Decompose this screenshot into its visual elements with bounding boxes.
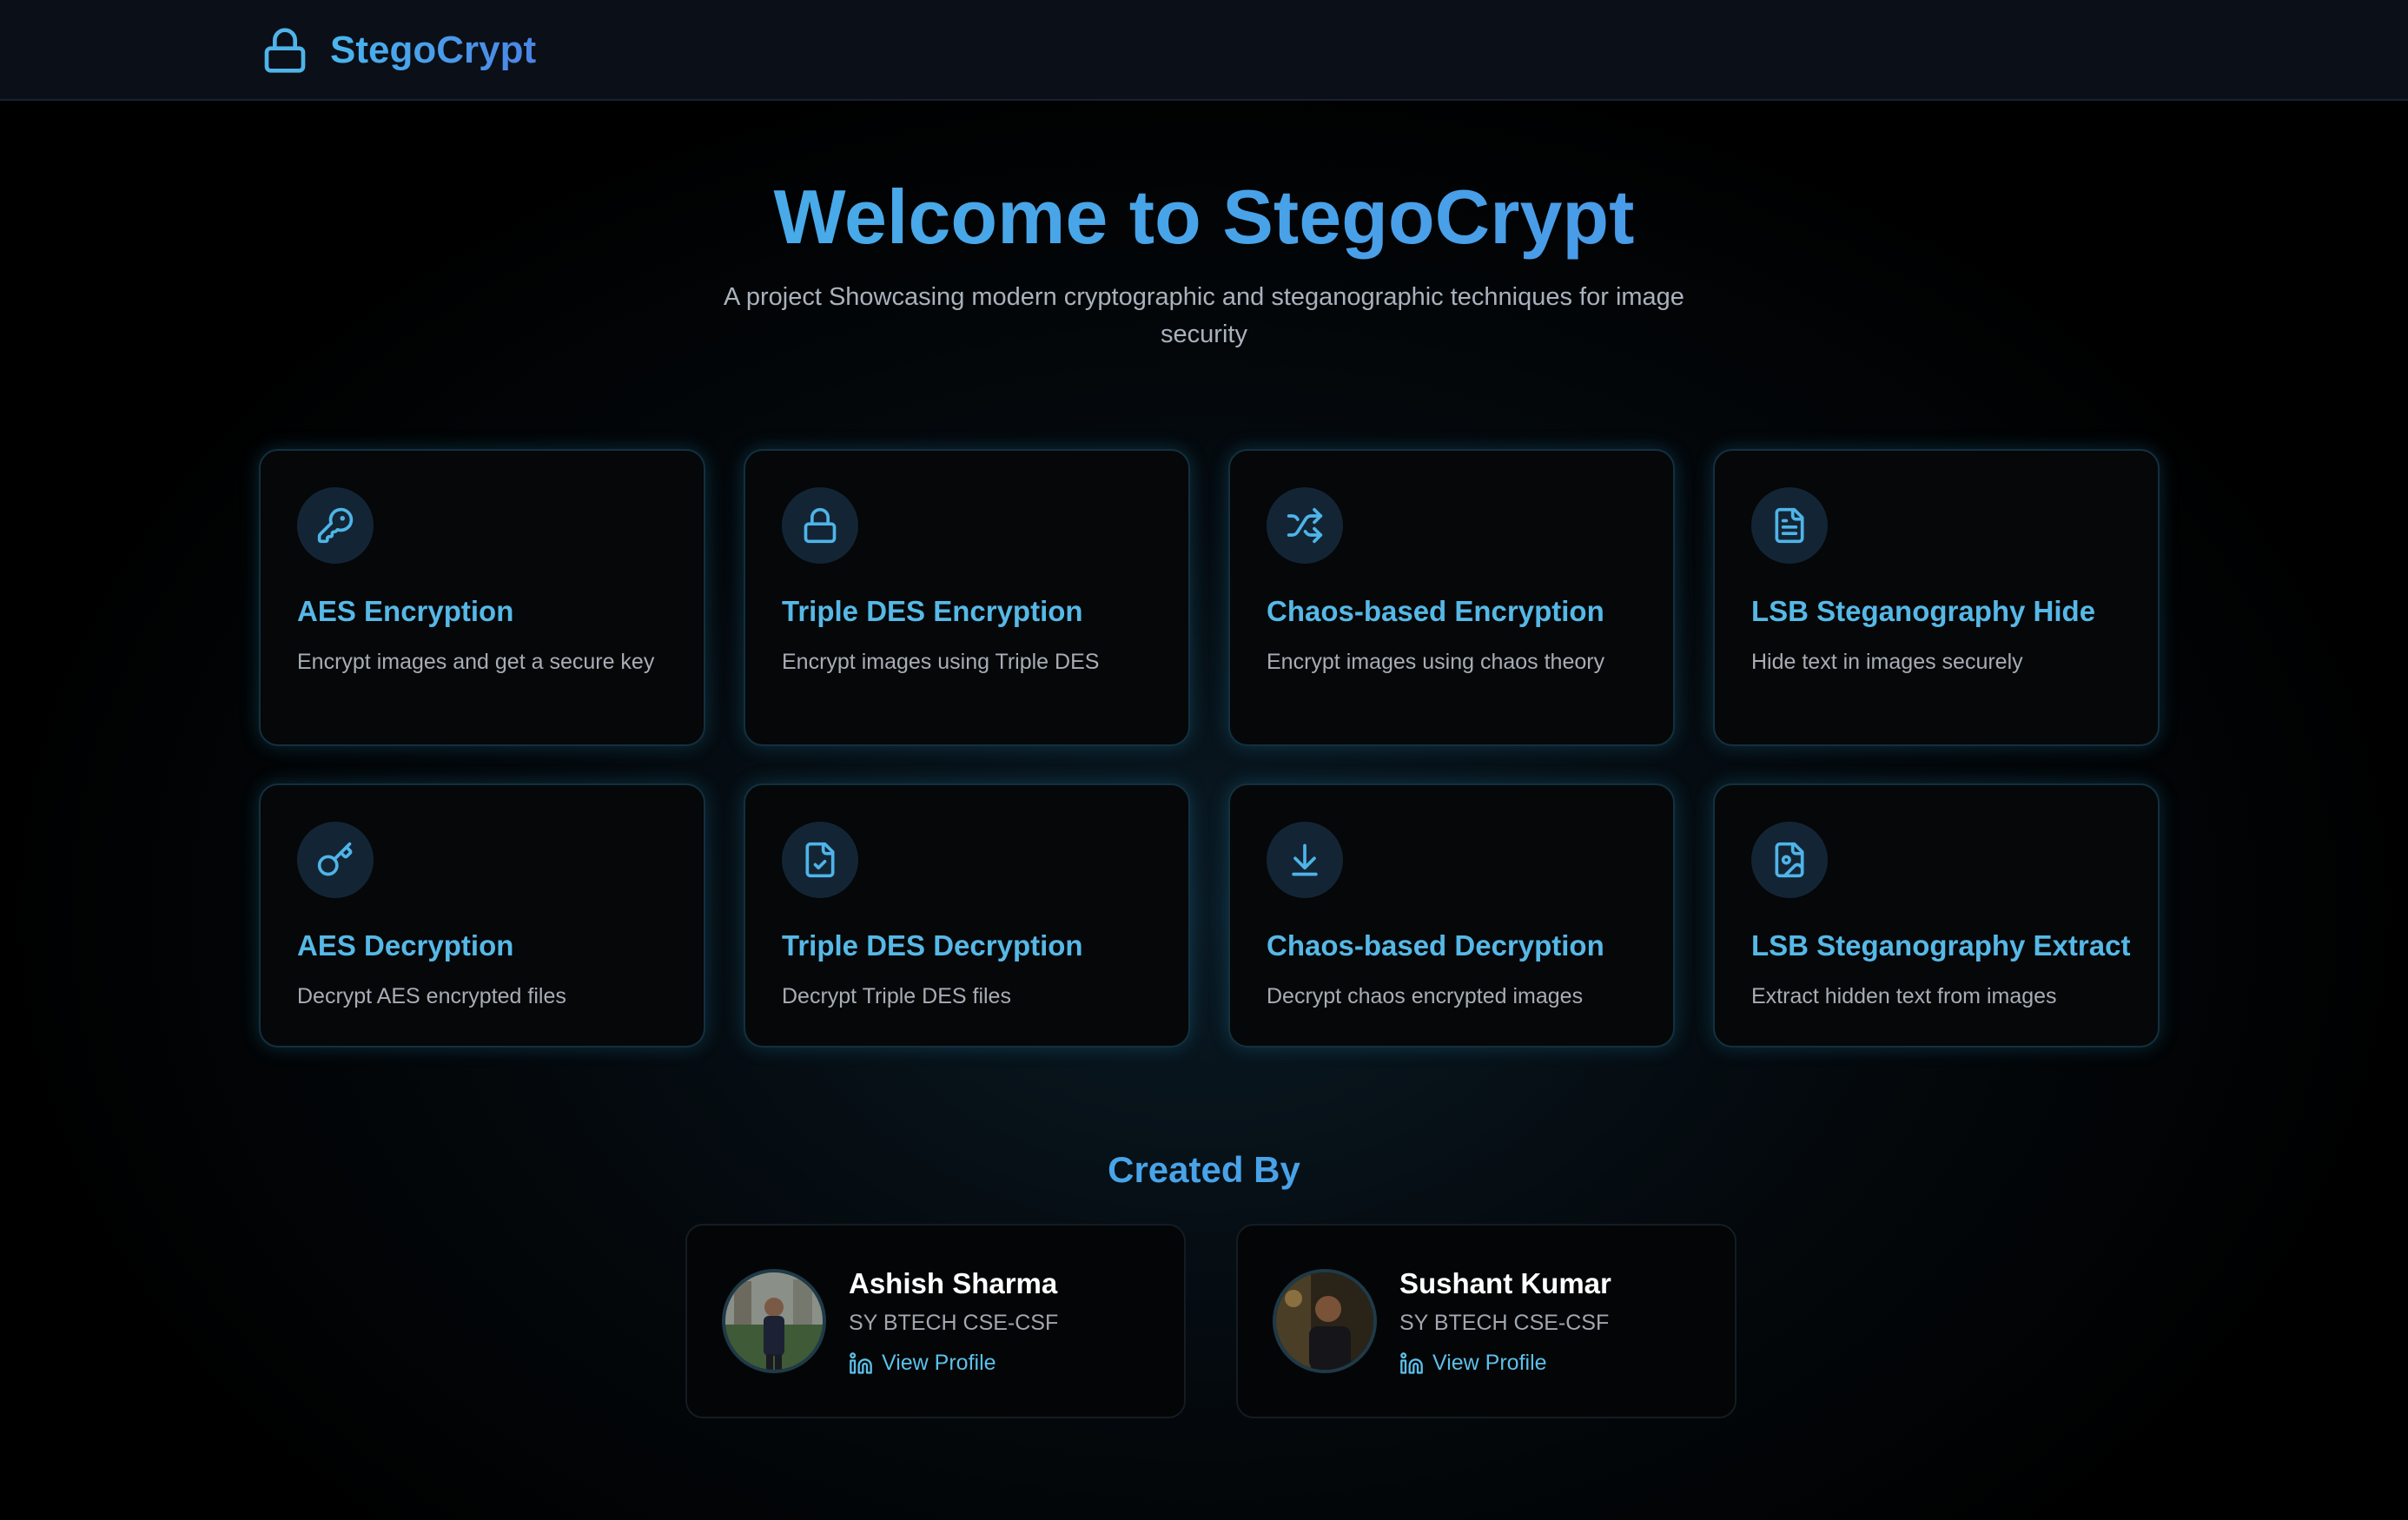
card-title: AES Decryption — [297, 929, 514, 962]
key-icon — [317, 507, 354, 544]
card-chaos-decryption[interactable]: Chaos-based Decryption Decrypt chaos enc… — [1228, 783, 1675, 1047]
shuffle-icon — [1287, 507, 1323, 544]
lock-icon — [804, 507, 837, 544]
card-description: Decrypt chaos encrypted images — [1267, 984, 1584, 1008]
card-title: AES Encryption — [297, 595, 514, 627]
file-image-icon — [1775, 842, 1804, 878]
card-aes-encryption[interactable]: AES Encryption Encrypt images and get a … — [259, 449, 705, 746]
avatar — [1273, 1269, 1377, 1373]
lock-icon — [264, 28, 306, 73]
card-aes-decryption[interactable]: AES Decryption Decrypt AES encrypted fil… — [259, 783, 705, 1047]
card-title: Triple DES Decryption — [782, 929, 1083, 962]
creator-role: SY BTECH CSE-CSF — [1399, 1311, 1610, 1335]
creator-name: Sushant Kumar — [1399, 1267, 1611, 1299]
creator-card-sushant: Sushant Kumar SY BTECH CSE-CSF View Prof… — [1236, 1224, 1737, 1418]
linkedin-icon — [850, 1351, 872, 1374]
card-title: Triple DES Encryption — [782, 595, 1083, 627]
download-icon — [1292, 843, 1318, 876]
card-title: Chaos-based Encryption — [1267, 595, 1604, 627]
page-subtitle: A project Showcasing modern cryptographi… — [724, 283, 1684, 348]
card-description: Hide text in images securely — [1751, 650, 2023, 674]
card-chaos-encryption[interactable]: Chaos-based Encryption Encrypt images us… — [1228, 449, 1675, 746]
card-lsb-hide[interactable]: LSB Steganography Hide Hide text in imag… — [1713, 449, 2160, 746]
creator-name: Ashish Sharma — [849, 1267, 1058, 1299]
card-title: Chaos-based Decryption — [1267, 929, 1604, 962]
creator-role: SY BTECH CSE-CSF — [849, 1311, 1059, 1335]
file-text-icon — [1775, 507, 1804, 544]
top-navbar: StegoCrypt — [0, 0, 2408, 101]
linkedin-icon — [1400, 1351, 1423, 1374]
view-profile-link[interactable]: View Profile — [849, 1351, 996, 1376]
card-description: Extract hidden text from images — [1751, 984, 2057, 1008]
key-round-icon — [317, 842, 353, 876]
card-title: LSB Steganography Hide — [1751, 595, 2096, 627]
brand-logo[interactable]: StegoCrypt — [261, 24, 536, 76]
card-description: Encrypt images using chaos theory — [1267, 650, 1605, 674]
card-lsb-extract[interactable]: LSB Steganography Extract Extract hidden… — [1713, 783, 2160, 1047]
view-profile-label: View Profile — [882, 1351, 996, 1375]
avatar — [722, 1269, 826, 1373]
view-profile-link[interactable]: View Profile — [1399, 1351, 1547, 1376]
card-triple-des-encryption[interactable]: Triple DES Encryption Encrypt images usi… — [744, 449, 1190, 746]
card-description: Encrypt images and get a secure key — [297, 650, 655, 674]
created-by-heading: Created By — [0, 1149, 2408, 1191]
card-description: Decrypt Triple DES files — [782, 984, 1011, 1008]
page-title: Welcome to StegoCrypt — [0, 169, 2408, 265]
card-description: Decrypt AES encrypted files — [297, 984, 566, 1008]
app-name: StegoCrypt — [330, 29, 537, 71]
file-check-icon — [805, 842, 835, 878]
card-triple-des-decryption[interactable]: Triple DES Decryption Decrypt Triple DES… — [744, 783, 1190, 1047]
creator-card-ashish: Ashish Sharma SY BTECH CSE-CSF View Prof… — [685, 1224, 1186, 1418]
card-description: Encrypt images using Triple DES — [782, 650, 1100, 674]
hero-section: Welcome to StegoCrypt A project Showcasi… — [0, 169, 2408, 354]
card-title: LSB Steganography Extract — [1751, 929, 2131, 962]
view-profile-label: View Profile — [1432, 1351, 1547, 1375]
